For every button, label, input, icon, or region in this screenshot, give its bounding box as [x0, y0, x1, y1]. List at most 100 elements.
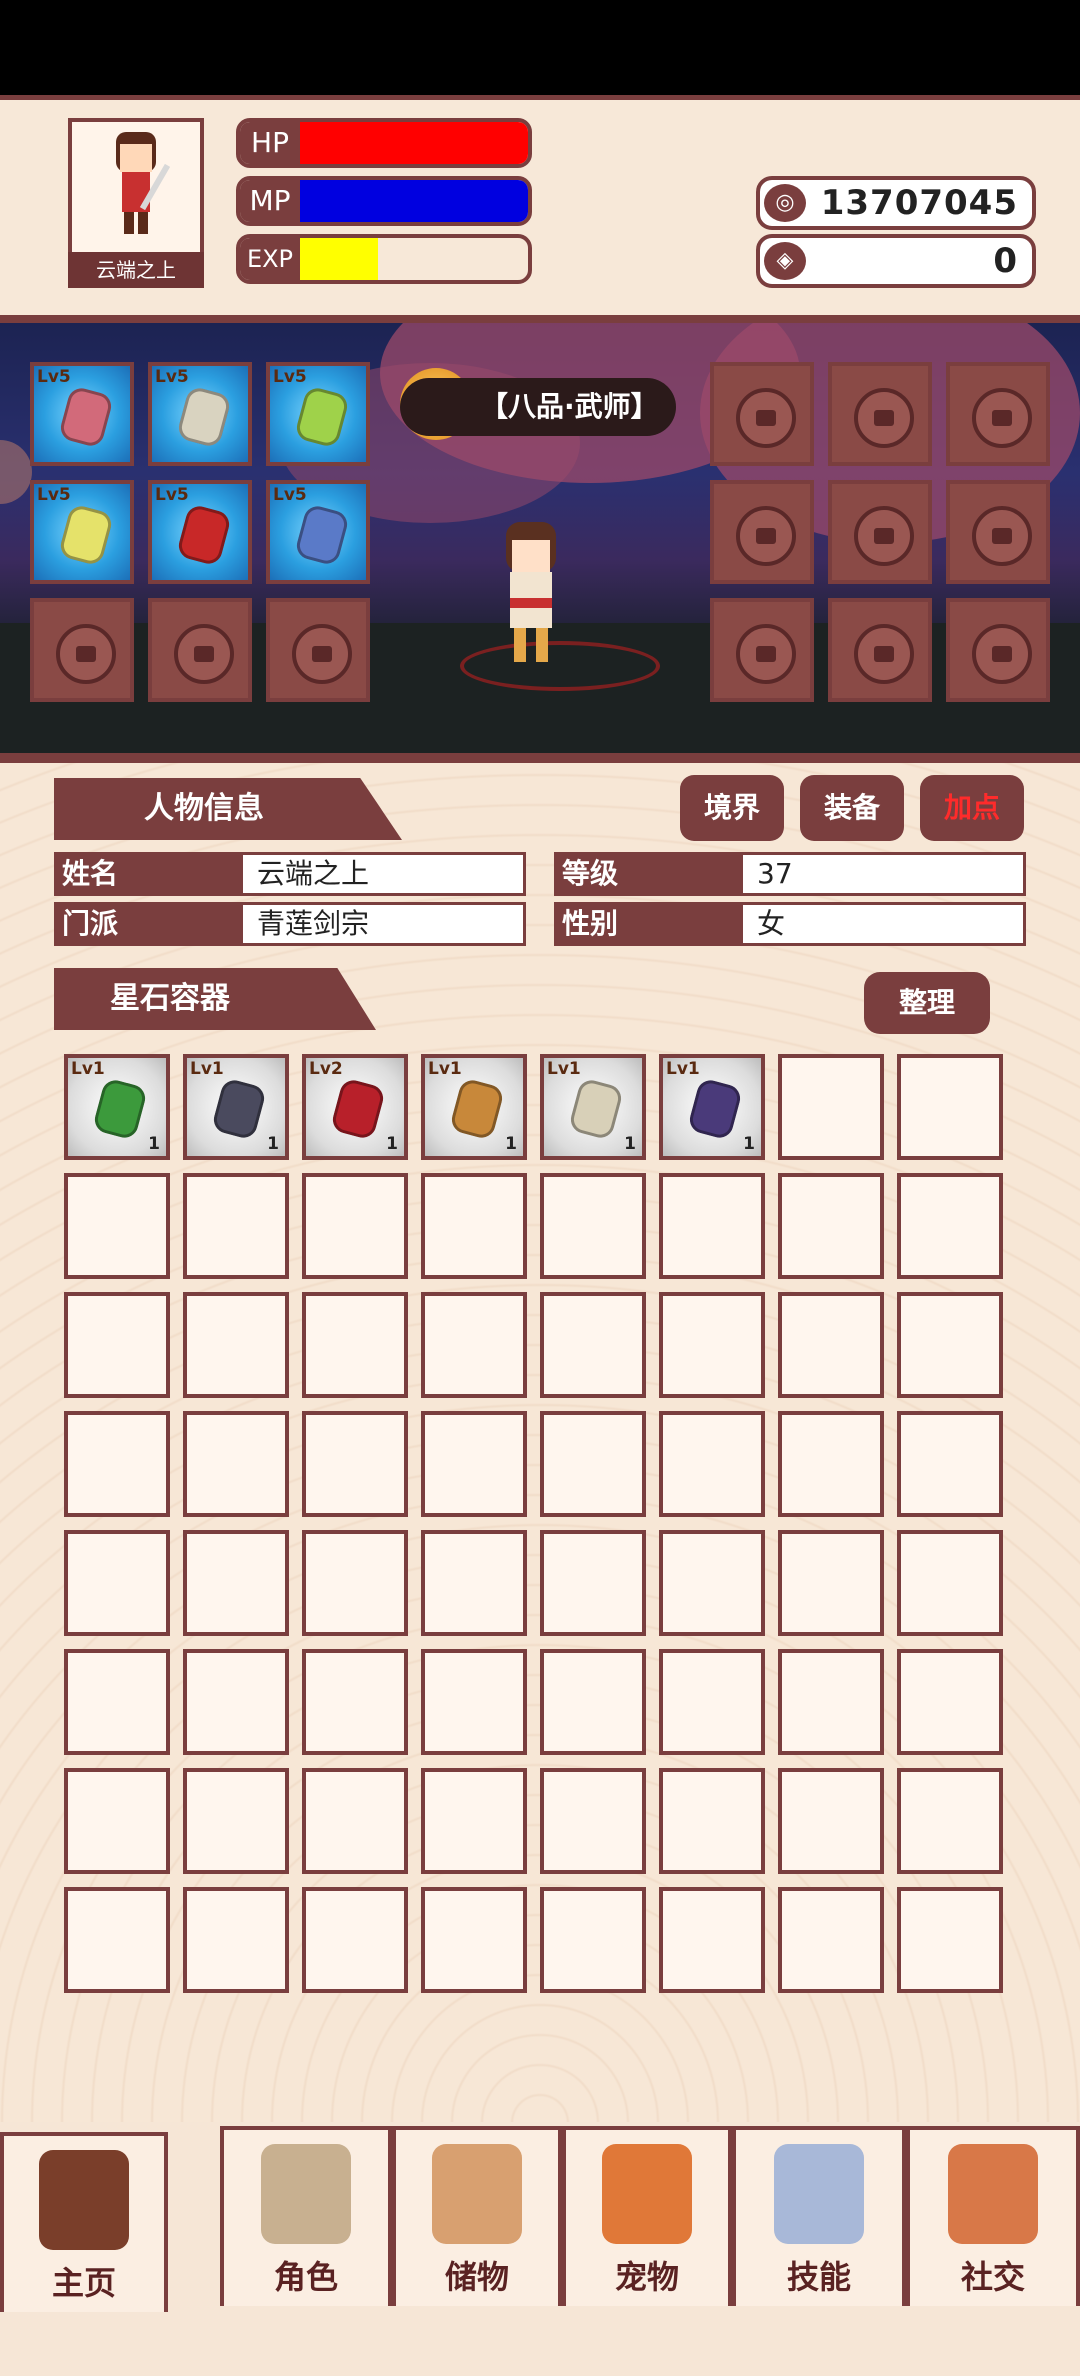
equipped-stone-slot[interactable]: Lv5: [148, 362, 252, 466]
locked-slot[interactable]: [946, 362, 1050, 466]
inventory-cell[interactable]: Lv1 1: [659, 1054, 765, 1160]
inventory-cell[interactable]: [897, 1054, 1003, 1160]
inventory-cell[interactable]: [302, 1887, 408, 1993]
inventory-cell[interactable]: Lv2 1: [302, 1054, 408, 1160]
inventory-cell[interactable]: [302, 1649, 408, 1755]
star-stone-icon: [91, 1077, 149, 1141]
inventory-cell[interactable]: [659, 1530, 765, 1636]
nav-character[interactable]: 角色: [220, 2126, 392, 2306]
name-value: 云端之上: [240, 852, 526, 896]
equipped-stone-slot[interactable]: Lv5: [266, 362, 370, 466]
sort-button[interactable]: 整理: [864, 972, 990, 1034]
equipped-stone-slot[interactable]: Lv5: [148, 480, 252, 584]
locked-slot[interactable]: [30, 598, 134, 702]
inventory-cell[interactable]: [778, 1411, 884, 1517]
nav-sword[interactable]: 技能: [732, 2126, 906, 2306]
nav-bag[interactable]: 储物: [392, 2126, 562, 2306]
inventory-cell[interactable]: [64, 1173, 170, 1279]
inventory-cell[interactable]: [421, 1768, 527, 1874]
inventory-cell[interactable]: [183, 1887, 289, 1993]
inventory-cell[interactable]: [540, 1649, 646, 1755]
nav-fox[interactable]: 宠物: [562, 2126, 732, 2306]
equipped-stone-slot[interactable]: Lv5: [30, 480, 134, 584]
equipped-stone-slot[interactable]: Lv5: [30, 362, 134, 466]
inventory-cell[interactable]: [302, 1292, 408, 1398]
inventory-cell[interactable]: [778, 1649, 884, 1755]
inventory-cell[interactable]: [778, 1292, 884, 1398]
inventory-cell[interactable]: [64, 1530, 170, 1636]
inventory-cell[interactable]: [540, 1292, 646, 1398]
locked-slot[interactable]: [148, 598, 252, 702]
inventory-cell[interactable]: [659, 1411, 765, 1517]
inventory-cell[interactable]: [778, 1887, 884, 1993]
inventory-cell[interactable]: [659, 1649, 765, 1755]
exp-label: EXP: [246, 245, 294, 273]
inventory-cell[interactable]: [897, 1292, 1003, 1398]
inventory-cell[interactable]: Lv1 1: [421, 1054, 527, 1160]
locked-slot[interactable]: [710, 598, 814, 702]
locked-slot[interactable]: [710, 362, 814, 466]
inventory-cell[interactable]: [183, 1768, 289, 1874]
inventory-cell[interactable]: [659, 1173, 765, 1279]
tab-add-points[interactable]: 加点: [920, 775, 1024, 841]
locked-slot[interactable]: [946, 598, 1050, 702]
lock-icon: [854, 506, 914, 566]
inventory-cell[interactable]: [64, 1649, 170, 1755]
locked-slot[interactable]: [828, 480, 932, 584]
equipped-stone-slot[interactable]: Lv5: [266, 480, 370, 584]
nav-gate[interactable]: 主页: [0, 2132, 168, 2312]
tab-equipment[interactable]: 装备: [800, 775, 904, 841]
inventory-cell[interactable]: [540, 1887, 646, 1993]
inventory-cell[interactable]: [540, 1530, 646, 1636]
inventory-cell[interactable]: [540, 1173, 646, 1279]
inventory-cell[interactable]: [897, 1530, 1003, 1636]
inventory-cell[interactable]: [778, 1530, 884, 1636]
inventory-cell[interactable]: [659, 1887, 765, 1993]
inventory-cell[interactable]: [421, 1173, 527, 1279]
inventory-cell[interactable]: [778, 1768, 884, 1874]
inventory-cell[interactable]: [421, 1530, 527, 1636]
inventory-cell[interactable]: [64, 1411, 170, 1517]
inventory-cell[interactable]: [897, 1768, 1003, 1874]
inventory-cell[interactable]: [302, 1411, 408, 1517]
inventory-cell[interactable]: [183, 1173, 289, 1279]
inventory-cell[interactable]: [64, 1768, 170, 1874]
item-count: 1: [267, 1134, 279, 1154]
inventory-cell[interactable]: [183, 1649, 289, 1755]
inventory-cell[interactable]: [659, 1768, 765, 1874]
inventory-cell[interactable]: Lv1 1: [64, 1054, 170, 1160]
inventory-cell[interactable]: [183, 1530, 289, 1636]
inventory-cell[interactable]: [540, 1768, 646, 1874]
inventory-cell[interactable]: [897, 1411, 1003, 1517]
item-level: Lv1: [190, 1059, 224, 1079]
locked-slot[interactable]: [266, 598, 370, 702]
nav-handshake[interactable]: 社交: [906, 2126, 1080, 2306]
tab-realm[interactable]: 境界: [680, 775, 784, 841]
inventory-cell[interactable]: Lv1 1: [183, 1054, 289, 1160]
inventory-cell[interactable]: [421, 1292, 527, 1398]
locked-slot[interactable]: [828, 598, 932, 702]
exp-bar: EXP: [236, 234, 532, 284]
inventory-cell[interactable]: [778, 1054, 884, 1160]
inventory-cell[interactable]: [183, 1292, 289, 1398]
inventory-cell[interactable]: [778, 1173, 884, 1279]
inventory-cell[interactable]: [897, 1649, 1003, 1755]
inventory-cell[interactable]: [897, 1173, 1003, 1279]
inventory-cell[interactable]: [302, 1530, 408, 1636]
inventory-cell[interactable]: Lv1 1: [540, 1054, 646, 1160]
locked-slot[interactable]: [828, 362, 932, 466]
locked-slot[interactable]: [946, 480, 1050, 584]
inventory-cell[interactable]: [302, 1173, 408, 1279]
inventory-cell[interactable]: [64, 1887, 170, 1993]
inventory-cell[interactable]: [64, 1292, 170, 1398]
inventory-cell[interactable]: [421, 1411, 527, 1517]
inventory-cell[interactable]: [421, 1887, 527, 1993]
inventory-cell[interactable]: [897, 1887, 1003, 1993]
inventory-cell[interactable]: [659, 1292, 765, 1398]
inventory-cell[interactable]: [421, 1649, 527, 1755]
inventory-cell[interactable]: [540, 1411, 646, 1517]
hero-icon: [506, 522, 556, 662]
locked-slot[interactable]: [710, 480, 814, 584]
inventory-cell[interactable]: [302, 1768, 408, 1874]
inventory-cell[interactable]: [183, 1411, 289, 1517]
